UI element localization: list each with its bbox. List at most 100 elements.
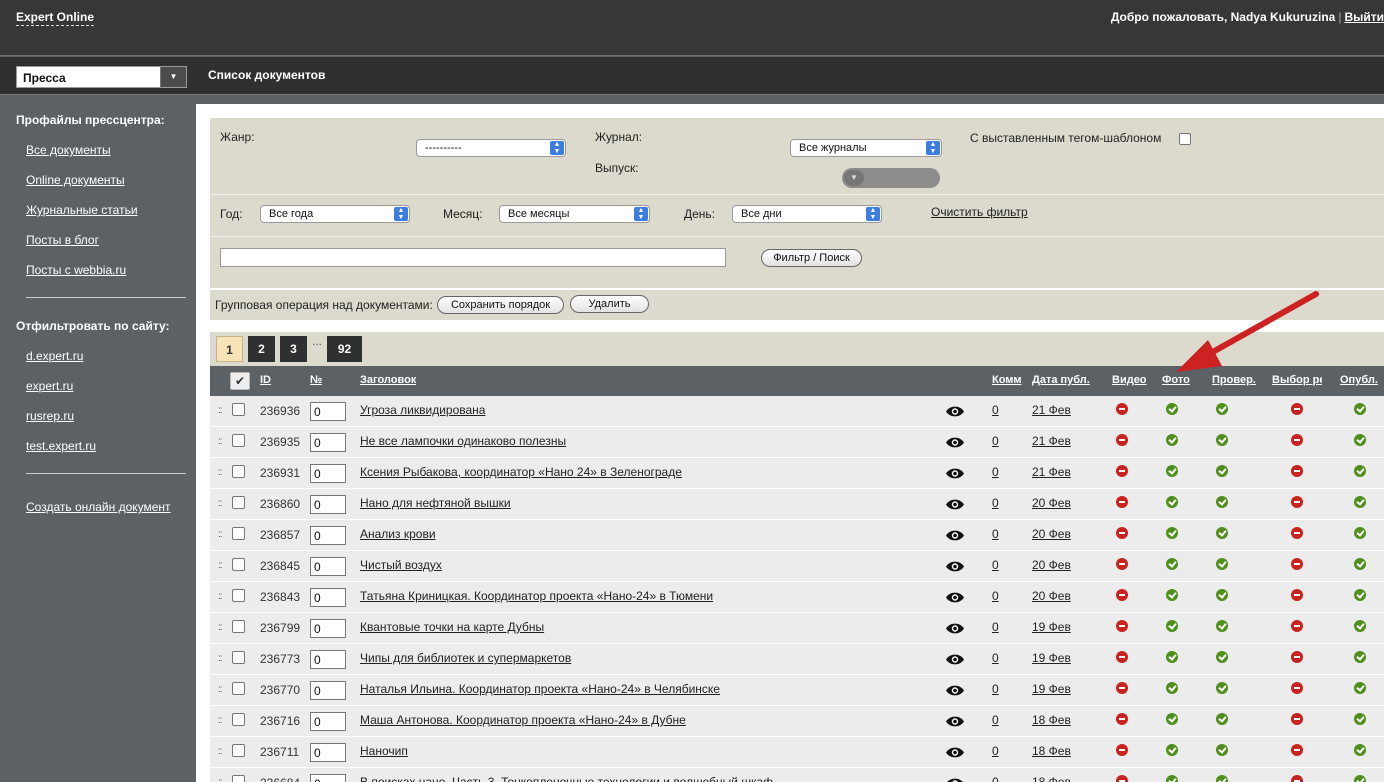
video-minus-icon[interactable] <box>1116 558 1128 570</box>
row-order-input[interactable] <box>310 650 346 669</box>
sidebar-item-site-test-expert[interactable]: test.expert.ru <box>26 439 96 453</box>
choice-minus-icon[interactable] <box>1291 496 1303 508</box>
eye-icon[interactable] <box>945 715 965 728</box>
row-comments-link[interactable]: 0 <box>992 775 999 782</box>
row-date-link[interactable]: 20 Фев <box>1032 496 1071 510</box>
eye-icon[interactable] <box>945 529 965 542</box>
row-checkbox[interactable] <box>232 713 245 726</box>
sidebar-item-site-expert[interactable]: expert.ru <box>26 379 73 393</box>
drag-handle-icon[interactable]: :: <box>218 777 222 782</box>
checked-check-icon[interactable] <box>1216 620 1228 632</box>
row-date-link[interactable]: 18 Фев <box>1032 713 1071 727</box>
drag-handle-icon[interactable]: :: <box>218 529 222 540</box>
video-minus-icon[interactable] <box>1116 744 1128 756</box>
video-minus-icon[interactable] <box>1116 434 1128 446</box>
published-check-icon[interactable] <box>1354 527 1366 539</box>
photo-check-icon[interactable] <box>1166 589 1178 601</box>
eye-icon[interactable] <box>945 746 965 759</box>
column-header-id[interactable]: ID <box>260 374 271 386</box>
row-order-input[interactable] <box>310 526 346 545</box>
create-online-document-link[interactable]: Создать онлайн документ <box>26 500 171 514</box>
row-order-input[interactable] <box>310 774 346 782</box>
drag-handle-icon[interactable]: :: <box>218 405 222 416</box>
video-minus-icon[interactable] <box>1116 651 1128 663</box>
row-order-input[interactable] <box>310 464 346 483</box>
published-check-icon[interactable] <box>1354 403 1366 415</box>
row-date-link[interactable]: 19 Фев <box>1032 682 1071 696</box>
eye-icon[interactable] <box>945 436 965 449</box>
row-checkbox[interactable] <box>232 527 245 540</box>
checked-check-icon[interactable] <box>1216 496 1228 508</box>
row-checkbox[interactable] <box>232 620 245 633</box>
choice-minus-icon[interactable] <box>1291 744 1303 756</box>
published-check-icon[interactable] <box>1354 682 1366 694</box>
video-minus-icon[interactable] <box>1116 465 1128 477</box>
drag-handle-icon[interactable]: :: <box>218 715 222 726</box>
photo-check-icon[interactable] <box>1166 558 1178 570</box>
filter-search-button[interactable]: Фильтр / Поиск <box>761 249 862 267</box>
sidebar-item-site-rusrep[interactable]: rusrep.ru <box>26 409 74 423</box>
month-select[interactable]: Все месяцы ▲ ▼ <box>499 205 650 223</box>
row-title-link[interactable]: В поисках нано. Часть 3. Тонкопленочные … <box>360 775 773 782</box>
row-order-input[interactable] <box>310 495 346 514</box>
select-all-checkbox[interactable]: ✔ <box>230 372 250 390</box>
photo-check-icon[interactable] <box>1166 651 1178 663</box>
choice-minus-icon[interactable] <box>1291 558 1303 570</box>
search-input[interactable] <box>220 248 726 267</box>
choice-minus-icon[interactable] <box>1291 775 1303 782</box>
video-minus-icon[interactable] <box>1116 620 1128 632</box>
row-title-link[interactable]: Маша Антонова. Координатор проекта «Нано… <box>360 713 686 727</box>
row-date-link[interactable]: 18 Фев <box>1032 744 1071 758</box>
photo-check-icon[interactable] <box>1166 527 1178 539</box>
choice-minus-icon[interactable] <box>1291 589 1303 601</box>
year-select[interactable]: Все года ▲ ▼ <box>260 205 410 223</box>
brand-logo[interactable]: Expert Online <box>16 10 95 26</box>
row-title-link[interactable]: Не все лампочки одинаково полезны <box>360 434 566 448</box>
eye-icon[interactable] <box>945 405 965 418</box>
column-header-published[interactable]: Опубл. <box>1340 374 1378 386</box>
row-title-link[interactable]: Чистый воздух <box>360 558 442 572</box>
checked-check-icon[interactable] <box>1216 434 1228 446</box>
published-check-icon[interactable] <box>1354 651 1366 663</box>
row-title-link[interactable]: Нано для нефтяной вышки <box>360 496 511 510</box>
eye-icon[interactable] <box>945 467 965 480</box>
published-check-icon[interactable] <box>1354 496 1366 508</box>
row-title-link[interactable]: Татьяна Криницкая. Координатор проекта «… <box>360 589 713 603</box>
choice-minus-icon[interactable] <box>1291 682 1303 694</box>
photo-check-icon[interactable] <box>1166 496 1178 508</box>
column-header-num[interactable]: № <box>310 374 322 386</box>
choice-minus-icon[interactable] <box>1291 527 1303 539</box>
row-order-input[interactable] <box>310 712 346 731</box>
sidebar-item-online-documents[interactable]: Online документы <box>26 173 125 187</box>
published-check-icon[interactable] <box>1354 589 1366 601</box>
video-minus-icon[interactable] <box>1116 496 1128 508</box>
row-comments-link[interactable]: 0 <box>992 589 999 603</box>
row-date-link[interactable]: 21 Фев <box>1032 465 1071 479</box>
row-order-input[interactable] <box>310 588 346 607</box>
row-comments-link[interactable]: 0 <box>992 713 999 727</box>
drag-handle-icon[interactable]: :: <box>218 436 222 447</box>
choice-minus-icon[interactable] <box>1291 651 1303 663</box>
choice-minus-icon[interactable] <box>1291 465 1303 477</box>
checked-check-icon[interactable] <box>1216 589 1228 601</box>
row-title-link[interactable]: Квантовые точки на карте Дубны <box>360 620 544 634</box>
row-order-input[interactable] <box>310 619 346 638</box>
row-date-link[interactable]: 18 Фев <box>1032 775 1071 782</box>
save-order-button[interactable]: Сохранить порядок <box>437 296 564 314</box>
row-order-input[interactable] <box>310 433 346 452</box>
checked-check-icon[interactable] <box>1216 527 1228 539</box>
page-3-button[interactable]: 3 <box>280 336 307 362</box>
choice-minus-icon[interactable] <box>1291 403 1303 415</box>
row-order-input[interactable] <box>310 681 346 700</box>
row-order-input[interactable] <box>310 557 346 576</box>
row-comments-link[interactable]: 0 <box>992 651 999 665</box>
row-title-link[interactable]: Ксения Рыбакова, координатор «Нано 24» в… <box>360 465 682 479</box>
checked-check-icon[interactable] <box>1216 465 1228 477</box>
logout-link[interactable]: Выйти <box>1344 10 1384 24</box>
choice-minus-icon[interactable] <box>1291 713 1303 725</box>
row-order-input[interactable] <box>310 402 346 421</box>
drag-handle-icon[interactable]: :: <box>218 467 222 478</box>
eye-icon[interactable] <box>945 498 965 511</box>
published-check-icon[interactable] <box>1354 558 1366 570</box>
row-comments-link[interactable]: 0 <box>992 558 999 572</box>
